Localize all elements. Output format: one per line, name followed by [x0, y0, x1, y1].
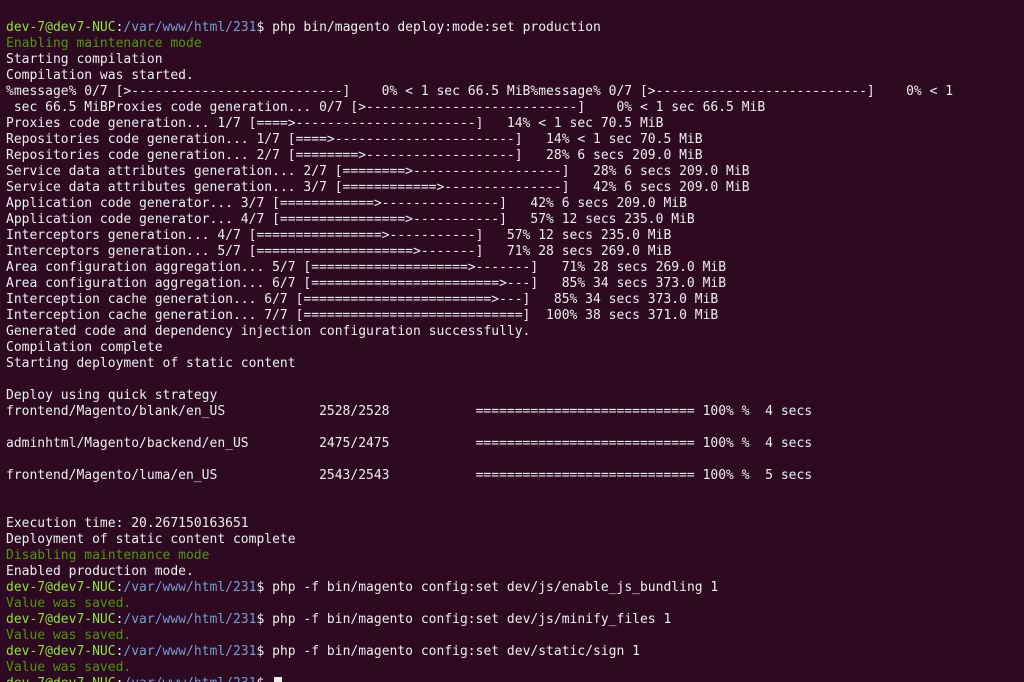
exec-time: Execution time: 20.267150163651: [6, 516, 249, 531]
prompt-path-3: /var/www/html/231: [123, 612, 256, 627]
progress-proxies: Proxies code generation... 1/7 [====>---…: [6, 116, 663, 131]
prompt-dollar-3: $: [256, 612, 272, 627]
cmd-deploy: php bin/magento deploy:mode:set producti…: [272, 20, 601, 35]
terminal-output[interactable]: dev-7@dev7-NUC:/var/www/html/231$ php bi…: [0, 0, 1024, 682]
prompt-user-host: dev-7@dev7-NUC: [6, 20, 116, 35]
prompt-user-host-5: dev-7@dev7-NUC: [6, 676, 116, 682]
progress-repos1: Repositories code generation... 1/7 [===…: [6, 132, 703, 147]
enable-maintenance: Enabling maintenance mode: [6, 36, 202, 51]
start-static: Starting deployment of static content: [6, 356, 296, 371]
theme-1: frontend/Magento/blank/en_US 2528/2528 =…: [6, 404, 812, 419]
theme-3: frontend/Magento/luma/en_US 2543/2543 ==…: [6, 468, 812, 483]
progress-cache1: Interception cache generation... 6/7 [==…: [6, 292, 718, 307]
val-saved-2: Value was saved.: [6, 628, 131, 643]
prompt-path-4: /var/www/html/231: [123, 644, 256, 659]
prompt-user-host-2: dev-7@dev7-NUC: [6, 580, 116, 595]
prompt-dollar: $: [256, 20, 272, 35]
compile-done: Compilation complete: [6, 340, 163, 355]
prompt-path-5: /var/www/html/231: [123, 676, 256, 682]
val-saved-1: Value was saved.: [6, 596, 131, 611]
progress-svc1: Service data attributes generation... 2/…: [6, 164, 750, 179]
progress-svc2: Service data attributes generation... 3/…: [6, 180, 750, 195]
deploy-strategy: Deploy using quick strategy: [6, 388, 217, 403]
prompt-user-host-4: dev-7@dev7-NUC: [6, 644, 116, 659]
prompt-user-host-3: dev-7@dev7-NUC: [6, 612, 116, 627]
progress-int2: Interceptors generation... 5/7 [========…: [6, 244, 671, 259]
prompt-dollar-4: $: [256, 644, 272, 659]
progress-cache2: Interception cache generation... 7/7 [==…: [6, 308, 718, 323]
progress-int1: Interceptors generation... 4/7 [========…: [6, 228, 671, 243]
enabled-prod: Enabled production mode.: [6, 564, 194, 579]
cursor[interactable]: [274, 677, 282, 682]
cmd-js-bundling: php -f bin/magento config:set dev/js/ena…: [272, 580, 718, 595]
gen-ok: Generated code and dependency injection …: [6, 324, 530, 339]
progress-repos2: Repositories code generation... 2/7 [===…: [6, 148, 703, 163]
theme-2: adminhtml/Magento/backend/en_US 2475/247…: [6, 436, 812, 451]
prompt-dollar-5: $: [256, 676, 272, 682]
progress-msg1: %message% 0/7 [>------------------------…: [6, 84, 953, 99]
cmd-minify: php -f bin/magento config:set dev/js/min…: [272, 612, 671, 627]
progress-area2: Area configuration aggregation... 6/7 [=…: [6, 276, 726, 291]
prompt-dollar-2: $: [256, 580, 272, 595]
prompt-path-2: /var/www/html/231: [123, 580, 256, 595]
start-compile: Starting compilation: [6, 52, 163, 67]
cmd-sign: php -f bin/magento config:set dev/static…: [272, 644, 640, 659]
progress-msg2: sec 66.5 MiBProxies code generation... 0…: [6, 100, 765, 115]
progress-app1: Application code generator... 3/7 [=====…: [6, 196, 687, 211]
progress-app2: Application code generator... 4/7 [=====…: [6, 212, 695, 227]
disable-maintenance: Disabling maintenance mode: [6, 548, 210, 563]
progress-area1: Area configuration aggregation... 5/7 [=…: [6, 260, 726, 275]
compile-started: Compilation was started.: [6, 68, 194, 83]
deploy-done: Deployment of static content complete: [6, 532, 296, 547]
prompt-path: /var/www/html/231: [123, 20, 256, 35]
val-saved-3: Value was saved.: [6, 660, 131, 675]
